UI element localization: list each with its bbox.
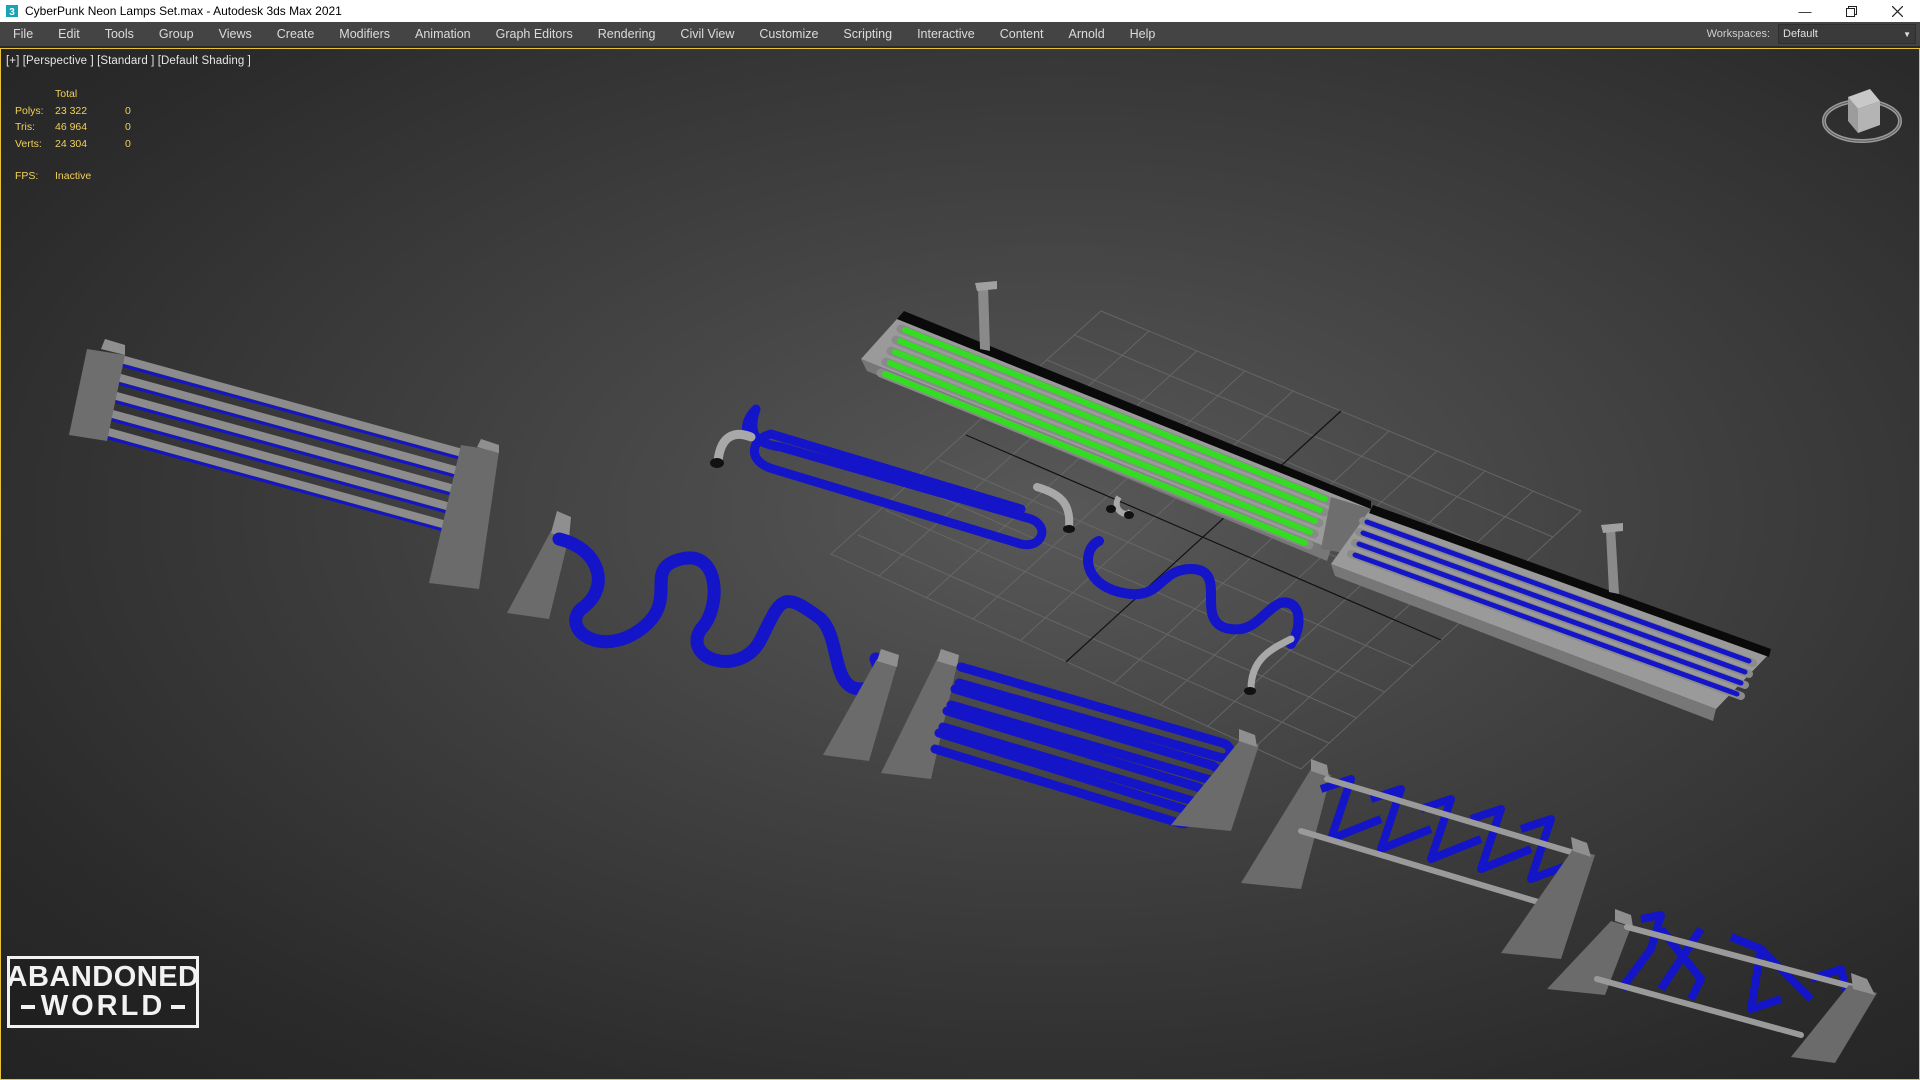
stats-selected: 0 bbox=[125, 137, 131, 150]
menu-group[interactable]: Group bbox=[146, 22, 206, 46]
stats-total: 24 304 bbox=[55, 137, 88, 150]
logo-dash-left bbox=[20, 1004, 35, 1009]
lamp-zigzag-bundle[interactable] bbox=[881, 649, 1259, 831]
menu-help[interactable]: Help bbox=[1117, 22, 1168, 46]
close-icon bbox=[1891, 5, 1903, 17]
3dsmax-app-icon[interactable]: 3 bbox=[5, 4, 19, 18]
scene-geometry[interactable] bbox=[1, 49, 1919, 1079]
menu-civil-view[interactable]: Civil View bbox=[668, 22, 747, 46]
viewcube-icon[interactable] bbox=[1818, 75, 1906, 147]
menu-views[interactable]: Views bbox=[206, 22, 264, 46]
perspective-viewport[interactable]: [+] [Perspective ] [Standard ] [Default … bbox=[0, 48, 1920, 1080]
close-button[interactable] bbox=[1874, 0, 1920, 22]
workspace-selector: Workspaces: Default ▼ bbox=[1707, 22, 1920, 46]
workspaces-value: Default bbox=[1783, 28, 1818, 40]
workspaces-dropdown[interactable]: Default ▼ bbox=[1778, 24, 1916, 44]
lamp-crossed-bars[interactable] bbox=[1547, 909, 1877, 1063]
stats-row-fps: FPS: Inactive bbox=[15, 168, 145, 185]
menu-file[interactable]: File bbox=[0, 22, 46, 46]
menu-create[interactable]: Create bbox=[264, 22, 327, 46]
viewport-label[interactable]: [+] [Perspective ] [Standard ] [Default … bbox=[6, 55, 251, 67]
minimize-icon: — bbox=[1798, 3, 1812, 19]
lamp-serpentine[interactable] bbox=[507, 511, 899, 761]
menu-animation[interactable]: Animation bbox=[403, 22, 484, 46]
lamp-blue-fixture[interactable] bbox=[1331, 505, 1771, 721]
stats-selected: 0 bbox=[125, 121, 131, 134]
abandoned-world-logo: ABANDONED WORLD bbox=[7, 956, 199, 1028]
lamp-chevron-bars[interactable] bbox=[1241, 759, 1595, 959]
menu-customize[interactable]: Customize bbox=[747, 22, 831, 46]
lamp-straight-tubes[interactable] bbox=[69, 339, 499, 589]
svg-text:3: 3 bbox=[9, 7, 15, 18]
fps-key: FPS: bbox=[15, 170, 39, 183]
stats-key: Verts: bbox=[15, 137, 42, 150]
menu-modifiers[interactable]: Modifiers bbox=[327, 22, 403, 46]
menu-edit[interactable]: Edit bbox=[46, 22, 93, 46]
menu-interactive[interactable]: Interactive bbox=[905, 22, 988, 46]
fps-value: Inactive bbox=[55, 170, 92, 183]
menu-bar: File Edit Tools Group Views Create Modif… bbox=[0, 22, 1920, 48]
stats-row-polys: Polys: 23 322 0 bbox=[15, 103, 145, 120]
dropdown-arrow-icon: ▼ bbox=[1903, 29, 1911, 39]
menu-scripting[interactable]: Scripting bbox=[831, 22, 905, 46]
stats-row-verts: Verts: 24 304 0 bbox=[15, 136, 145, 153]
stats-total: 46 964 bbox=[55, 121, 88, 134]
workspaces-label: Workspaces: bbox=[1706, 28, 1770, 40]
statistics-overlay: Total Polys: 23 322 0 Tris: 46 964 0 Ver… bbox=[15, 86, 145, 185]
menu-rendering[interactable]: Rendering bbox=[585, 22, 668, 46]
menu-content[interactable]: Content bbox=[987, 22, 1056, 46]
restore-button[interactable] bbox=[1828, 0, 1874, 22]
stats-key: Polys: bbox=[15, 104, 44, 117]
menu-graph-editors[interactable]: Graph Editors bbox=[483, 22, 585, 46]
stats-selected: 0 bbox=[125, 104, 131, 117]
logo-dash-right bbox=[171, 1004, 186, 1009]
logo-line-2: WORLD bbox=[15, 992, 192, 1021]
stats-row-tris: Tris: 46 964 0 bbox=[15, 119, 145, 136]
title-bar: 3 CyberPunk Neon Lamps Set.max - Autodes… bbox=[0, 0, 1920, 22]
minimize-button[interactable]: — bbox=[1782, 0, 1828, 22]
stats-key: Tris: bbox=[15, 121, 36, 134]
logo-line-1: ABANDONED bbox=[6, 961, 200, 993]
menu-arnold[interactable]: Arnold bbox=[1056, 22, 1117, 46]
menu-tools[interactable]: Tools bbox=[92, 22, 146, 46]
window-title: CyberPunk Neon Lamps Set.max - Autodesk … bbox=[25, 4, 342, 18]
stats-header: Total bbox=[55, 88, 78, 100]
logo-word: WORLD bbox=[40, 990, 166, 1022]
stats-total: 23 322 bbox=[55, 104, 88, 117]
restore-icon bbox=[1845, 5, 1857, 17]
